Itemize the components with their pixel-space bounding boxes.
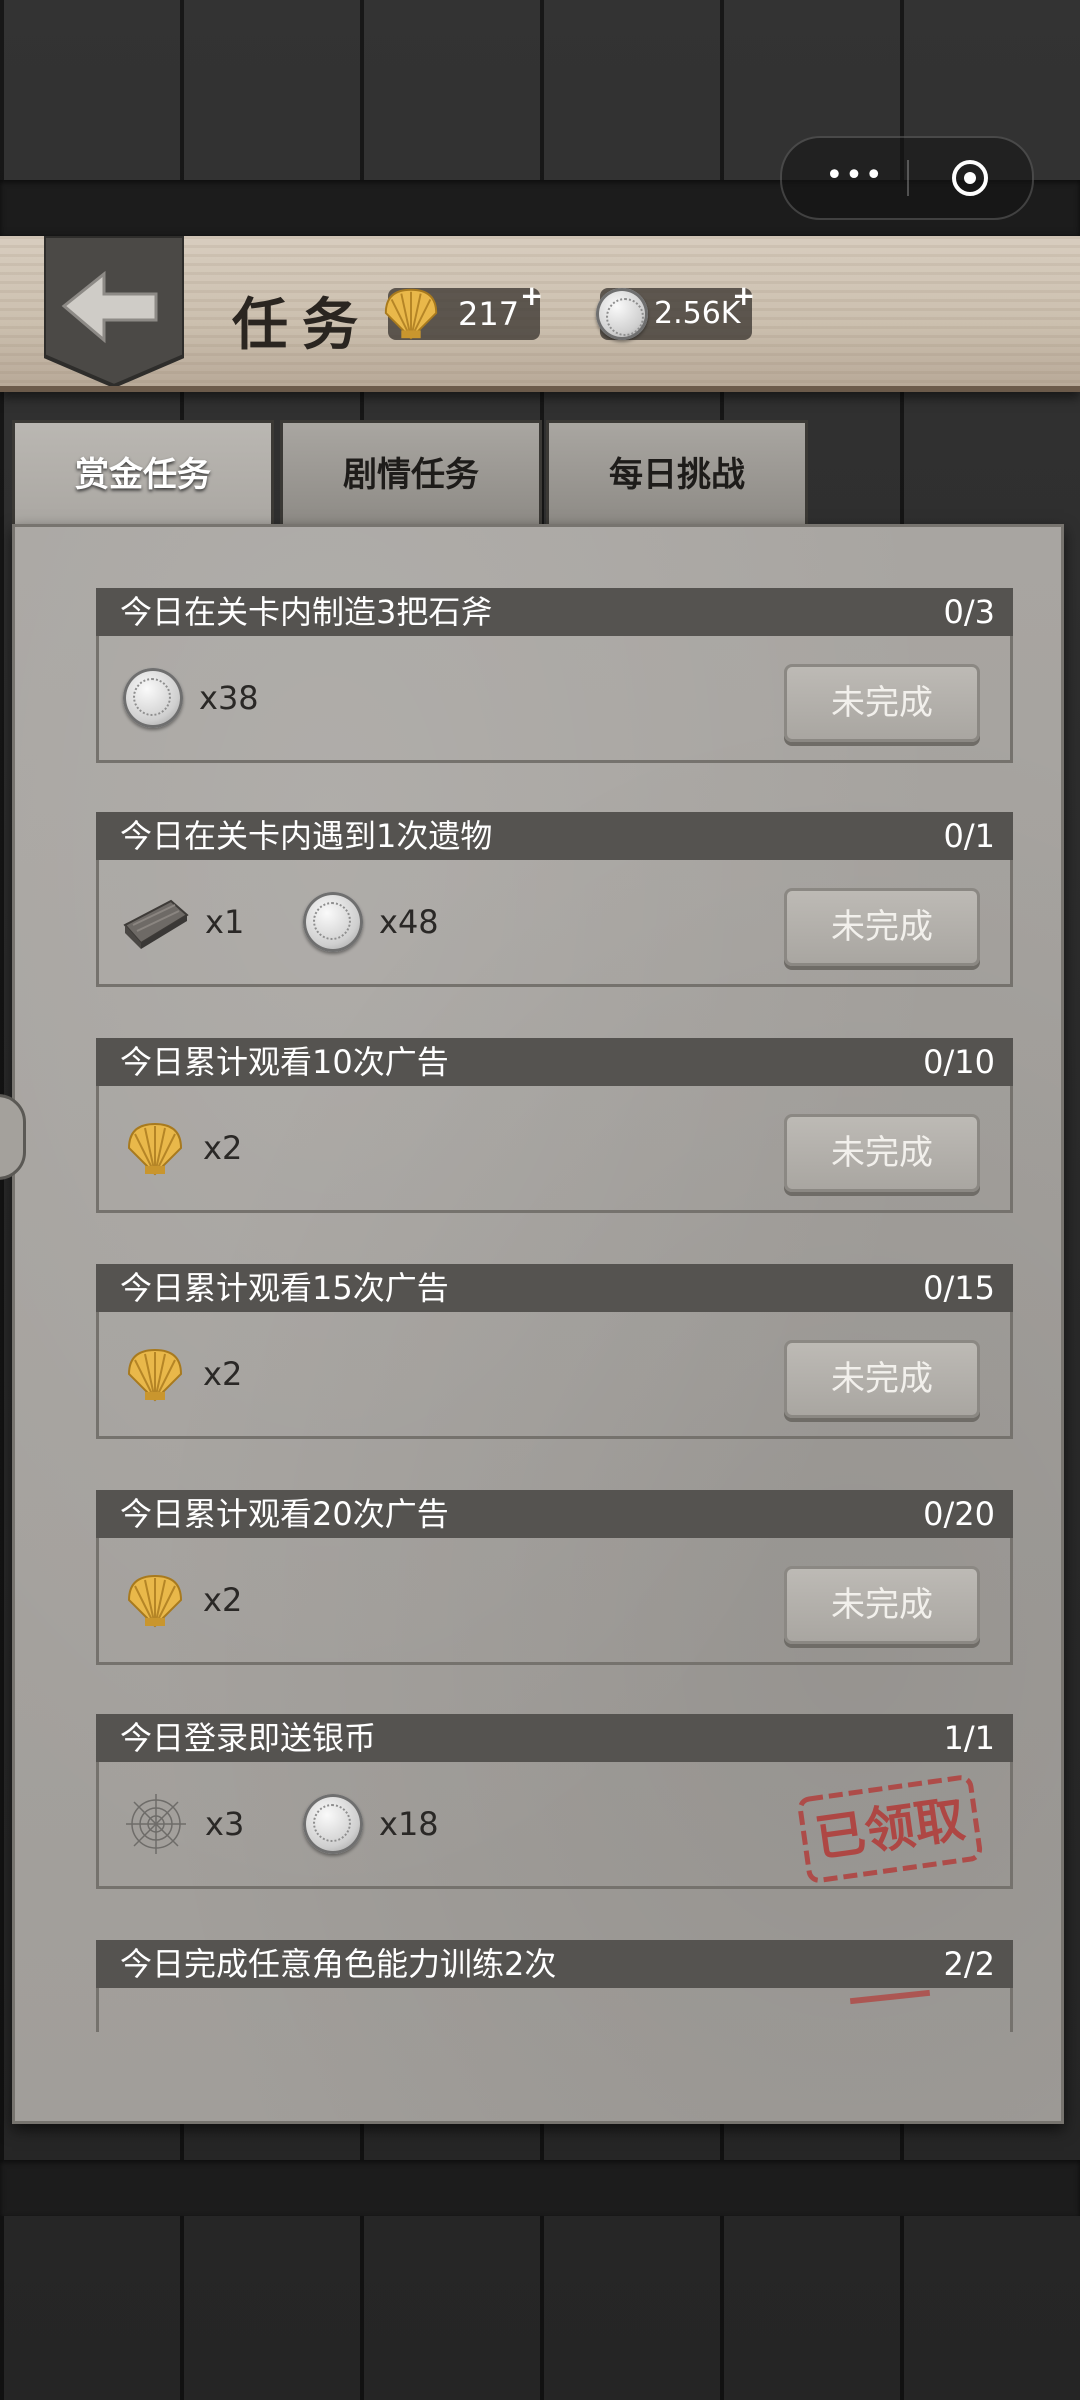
bottom-beam xyxy=(0,2160,1080,2216)
page-title: 任务 xyxy=(232,293,372,358)
reward-item: x1 xyxy=(123,860,244,984)
task-header: 今日累计观看10次广告 0/10 xyxy=(96,1038,1013,1086)
reward-qty: x18 xyxy=(379,1805,439,1843)
task-body: x2 未完成 xyxy=(96,1312,1013,1439)
task-progress: 0/1 xyxy=(943,817,996,855)
task-title: 今日在关卡内遇到1次遗物 xyxy=(120,817,493,855)
reward-item: x38 xyxy=(123,636,259,760)
task-body: x38 未完成 xyxy=(96,636,1013,763)
task-card: 今日在关卡内遇到1次遗物 0/1 x1 x48 未完成 xyxy=(96,812,1013,987)
task-header: 今日完成任意角色能力训练2次 2/2 xyxy=(96,1940,1013,1988)
task-header: 今日在关卡内制造3把石斧 0/3 xyxy=(96,588,1013,636)
wood-plank-icon xyxy=(123,899,189,949)
coin-counter: 2.56K + xyxy=(596,279,755,340)
reward-item: x2 xyxy=(123,1538,242,1662)
incomplete-button[interactable]: 未完成 xyxy=(784,664,980,742)
add-coin-button[interactable]: + xyxy=(732,270,755,322)
task-body: x2 未完成 xyxy=(96,1086,1013,1213)
coin-count: 2.56K xyxy=(654,296,741,331)
task-body: x3 x18 已领取 xyxy=(96,1762,1013,1889)
task-progress: 2/2 xyxy=(943,1945,996,1983)
reward-qty: x2 xyxy=(203,1581,243,1619)
tab-daily-challenge[interactable]: 每日挑战 xyxy=(546,420,808,527)
more-menu-icon[interactable]: ••• xyxy=(810,138,900,218)
task-body: x1 x48 未完成 xyxy=(96,860,1013,987)
reward-item: x2 xyxy=(123,1312,242,1436)
reward-item: x2 xyxy=(123,1086,242,1210)
gold-shell-icon xyxy=(127,1574,183,1628)
reward-qty: x1 xyxy=(205,903,245,941)
silver-coin-icon xyxy=(303,892,363,952)
gold-shell-icon xyxy=(127,1122,183,1176)
reward-qty: x2 xyxy=(203,1129,243,1167)
reward-qty: x3 xyxy=(205,1805,245,1843)
miniprogram-capsule: ••• xyxy=(780,136,1034,220)
task-card: 今日累计观看15次广告 0/15 x2 未完成 xyxy=(96,1264,1013,1439)
gold-shell-icon xyxy=(384,288,438,340)
incomplete-button[interactable]: 未完成 xyxy=(784,1566,980,1644)
task-progress: 0/15 xyxy=(923,1269,995,1307)
task-body xyxy=(96,1988,1013,2032)
spider-web-icon xyxy=(126,1794,186,1854)
reward-qty: x38 xyxy=(199,679,259,717)
add-shell-button[interactable]: + xyxy=(520,270,543,322)
task-title: 今日在关卡内制造3把石斧 xyxy=(120,593,493,631)
reward-qty: x48 xyxy=(379,903,439,941)
task-progress: 0/20 xyxy=(923,1495,995,1533)
capsule-divider xyxy=(907,160,909,196)
shell-counter: 217 + xyxy=(384,279,543,340)
silver-coin-icon xyxy=(303,1794,363,1854)
task-header: 今日累计观看20次广告 0/20 xyxy=(96,1490,1013,1538)
task-progress: 1/1 xyxy=(943,1719,996,1757)
task-title: 今日累计观看20次广告 xyxy=(120,1495,449,1533)
claimed-stamp: 已领取 xyxy=(795,1772,986,1886)
task-progress: 0/3 xyxy=(943,593,996,631)
incomplete-button[interactable]: 未完成 xyxy=(784,888,980,966)
task-title: 今日累计观看10次广告 xyxy=(120,1043,449,1081)
task-progress: 0/10 xyxy=(923,1043,995,1081)
tab-bounty-tasks[interactable]: 赏金任务 xyxy=(12,420,274,533)
gold-shell-icon xyxy=(127,1348,183,1402)
claimed-stamp-partial xyxy=(849,1989,931,2005)
task-card: 今日完成任意角色能力训练2次 2/2 xyxy=(96,1940,1013,2032)
reward-item: x18 xyxy=(303,1762,439,1886)
back-button[interactable] xyxy=(44,236,184,386)
silver-coin-icon xyxy=(596,288,648,340)
incomplete-button[interactable]: 未完成 xyxy=(784,1114,980,1192)
task-card: 今日在关卡内制造3把石斧 0/3 x38 未完成 xyxy=(96,588,1013,763)
tab-story-tasks[interactable]: 剧情任务 xyxy=(280,420,542,527)
silver-coin-icon xyxy=(123,668,183,728)
close-miniprogram-icon[interactable] xyxy=(950,158,990,198)
task-card: 今日登录即送银币 1/1 x3 x18 已领取 xyxy=(96,1714,1013,1889)
task-body: x2 未完成 xyxy=(96,1538,1013,1665)
incomplete-button[interactable]: 未完成 xyxy=(784,1340,980,1418)
task-title: 今日累计观看15次广告 xyxy=(120,1269,449,1307)
task-title: 今日登录即送银币 xyxy=(120,1719,377,1757)
reward-qty: x2 xyxy=(203,1355,243,1393)
shell-count: 217 xyxy=(458,295,520,333)
reward-item: x48 xyxy=(303,860,439,984)
task-header: 今日在关卡内遇到1次遗物 0/1 xyxy=(96,812,1013,860)
task-header: 今日登录即送银币 1/1 xyxy=(96,1714,1013,1762)
reward-item: x3 xyxy=(123,1762,244,1886)
task-card: 今日累计观看20次广告 0/20 x2 未完成 xyxy=(96,1490,1013,1665)
task-card: 今日累计观看10次广告 0/10 x2 未完成 xyxy=(96,1038,1013,1213)
task-panel: 今日在关卡内制造3把石斧 0/3 x38 未完成 今日在关卡内遇到1次遗物 0/… xyxy=(12,524,1064,2124)
task-header: 今日累计观看15次广告 0/15 xyxy=(96,1264,1013,1312)
claimed-label: 已领取 xyxy=(811,1789,969,1869)
task-title: 今日完成任意角色能力训练2次 xyxy=(120,1945,557,1983)
